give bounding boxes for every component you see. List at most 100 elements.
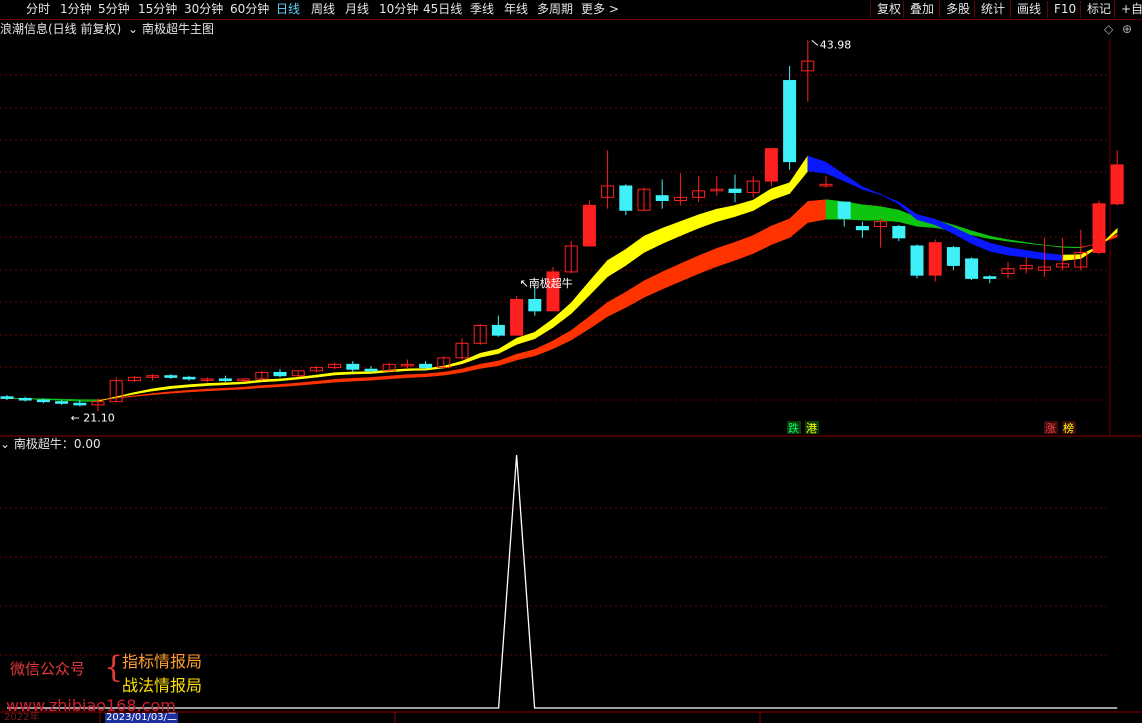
tag-3: 榜 [1063, 421, 1074, 435]
slow-band-22 [407, 373, 426, 378]
candle-body-19 [346, 363, 360, 370]
candle-body-23 [419, 363, 433, 369]
fast-band-35 [643, 227, 663, 253]
candle-body-15 [273, 371, 287, 377]
slow-band-30 [552, 329, 572, 350]
slow-band-44 [807, 199, 827, 223]
candle-body-50 [910, 245, 924, 276]
slow-band-4 [79, 399, 99, 401]
fast-band-8 [152, 385, 172, 392]
slow-band-38 [698, 248, 718, 275]
slow-band-47 [862, 204, 881, 221]
fast-band-5 [97, 396, 117, 402]
candle-body-10 [182, 376, 196, 380]
candle-body-61 [1110, 164, 1124, 205]
candle-body-28 [510, 298, 524, 336]
fast-band-9 [170, 384, 190, 389]
tag-1: 港 [806, 422, 817, 435]
sub-chart-header: ⌄ 南极超牛：0.00 [0, 437, 101, 452]
fast-band-33 [607, 248, 627, 278]
watermark-line1: 指标情报局 [122, 652, 203, 671]
slow-band-39 [716, 241, 736, 267]
fast-band-24 [443, 360, 463, 369]
fast-band-27 [498, 337, 517, 355]
slow-band-56 [1025, 242, 1045, 246]
fast-band-48 [880, 193, 900, 205]
fast-band-46 [843, 174, 863, 190]
slow-band-55 [1007, 239, 1027, 244]
candle-body-32 [582, 204, 596, 247]
fast-band-18 [334, 371, 354, 376]
candle-body-12 [218, 378, 232, 382]
candle-body-29 [528, 298, 542, 312]
fast-band-32 [589, 259, 608, 296]
slow-band-58 [1062, 246, 1082, 249]
slow-band-12 [225, 386, 244, 391]
slow-band-29 [534, 340, 554, 357]
candle-body-36 [655, 195, 669, 202]
slow-band-14 [261, 384, 281, 388]
sub-chart-title: 南极超牛：0.00 [13, 437, 101, 451]
fast-band-10 [188, 383, 208, 388]
fast-band-31 [570, 280, 590, 315]
slow-band-7 [134, 393, 153, 397]
slow-band-24 [443, 368, 463, 376]
tag-0: 跌 [788, 421, 799, 435]
fast-band-37 [680, 214, 699, 237]
slow-band-34 [625, 280, 645, 308]
slow-band-48 [880, 206, 900, 223]
low-price-label: ← 21.10 [71, 411, 115, 424]
watermark-account: 微信公众号 [10, 660, 86, 678]
fast-band-15 [279, 376, 299, 382]
slow-band-35 [643, 271, 663, 298]
candle-body-4 [73, 402, 87, 406]
candle-body-43 [783, 80, 797, 163]
slow-band-37 [680, 255, 699, 282]
fast-band-56 [1025, 250, 1045, 260]
slow-band-18 [334, 377, 354, 383]
fast-band-26 [479, 348, 499, 358]
high-marker-arrow [811, 39, 819, 46]
high-price-label: 43.98 [820, 38, 852, 51]
fast-band-47 [862, 186, 881, 196]
candle-body-20 [364, 368, 378, 372]
candle-body-9 [164, 375, 178, 378]
chevron-down-icon[interactable]: ⌄ [0, 437, 10, 451]
slow-band-21 [388, 374, 408, 380]
slow-band-36 [661, 263, 681, 290]
slow-band-17 [316, 379, 335, 385]
candle-body-52 [946, 247, 960, 266]
price-chart[interactable]: 43.98 ← 21.10 ↖南极超牛跌港 涨榜 [0, 0, 1142, 723]
year-label: 2022年 [4, 712, 40, 723]
fast-band-12 [225, 381, 244, 386]
fast-band-54 [989, 242, 1009, 256]
slow-band-43 [789, 200, 809, 239]
candle-body-49 [892, 226, 906, 239]
slow-band-31 [570, 316, 590, 341]
fast-band-7 [134, 388, 153, 395]
fast-band-55 [1007, 247, 1027, 258]
fast-band-38 [698, 208, 718, 229]
slow-band-13 [243, 385, 263, 390]
fast-band-44 [807, 155, 827, 174]
candle-body-34 [619, 185, 633, 211]
fast-band-11 [206, 382, 226, 386]
fast-band-57 [1044, 252, 1063, 261]
candle-body-40 [728, 188, 742, 193]
slow-band-23 [425, 371, 445, 378]
slow-band-25 [461, 363, 481, 373]
slow-band-40 [734, 235, 754, 261]
candle-body-42 [764, 148, 778, 182]
candle-body-2 [36, 399, 50, 403]
candle-body-60 [1092, 203, 1106, 253]
slow-band-8 [152, 391, 172, 395]
cursor-date-label: 2023/01/03/二 [105, 712, 179, 723]
candle-body-53 [965, 258, 979, 279]
slow-band-57 [1044, 244, 1063, 248]
fast-band-29 [534, 318, 554, 340]
watermark-brace: { [104, 650, 124, 685]
candle-body-51 [928, 242, 942, 276]
slow-band-9 [170, 390, 190, 394]
fast-band-34 [625, 235, 645, 266]
candle-body-27 [491, 324, 505, 336]
